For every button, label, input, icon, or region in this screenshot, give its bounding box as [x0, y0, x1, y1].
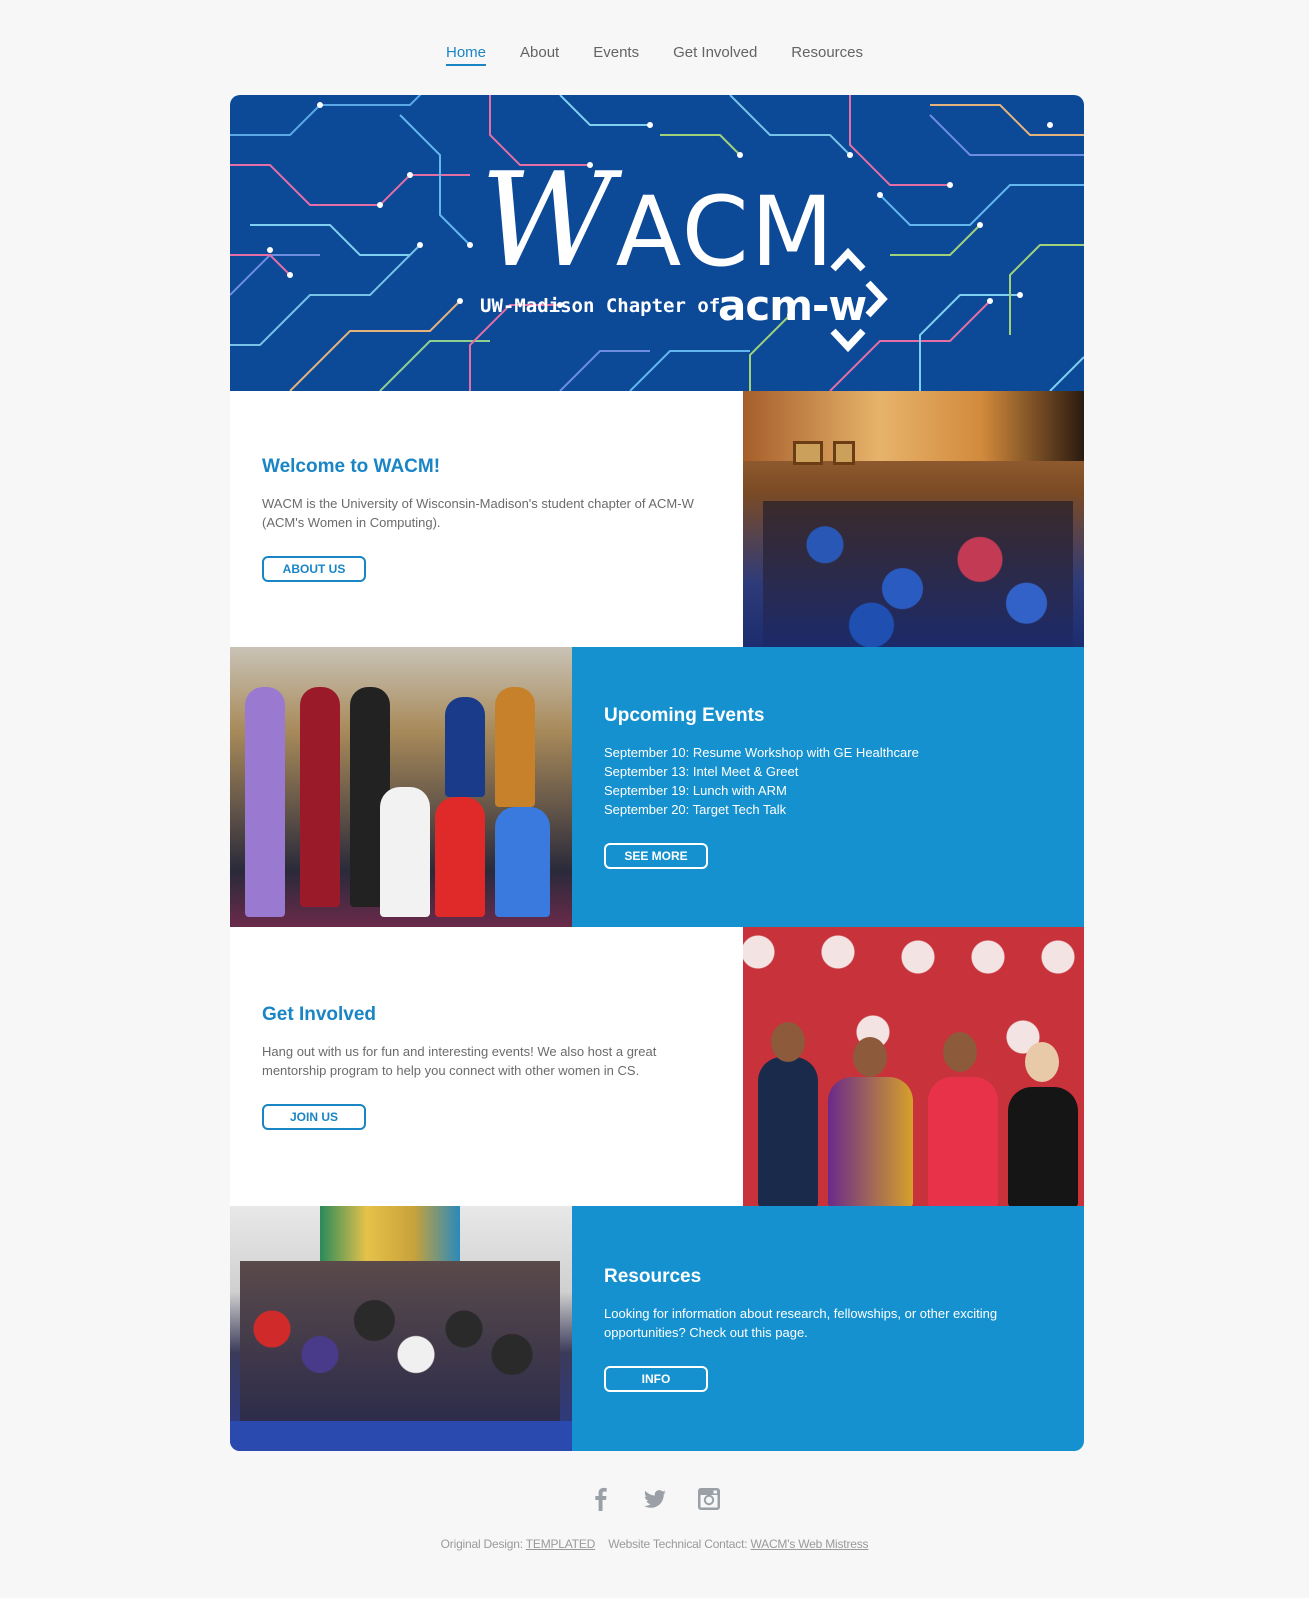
- get-involved-body: Hang out with us for fun and interesting…: [262, 1043, 657, 1078]
- facebook-icon[interactable]: [588, 1486, 614, 1512]
- resources-title: Resources: [604, 1265, 702, 1287]
- events-list: September 10: Resume Workshop with GE He…: [604, 743, 1052, 819]
- welcome-section: Welcome to WACM! WACM is the University …: [230, 391, 1084, 647]
- event-item: September 10: Resume Workshop with GE He…: [604, 745, 919, 760]
- resources-section: Resources Looking for information about …: [230, 1206, 1084, 1451]
- main-nav: Home About Events Get Involved Resources: [0, 44, 1309, 66]
- welcome-photo: [743, 391, 1084, 647]
- events-title: Upcoming Events: [604, 705, 765, 726]
- welcome-body: WACM is the University of Wisconsin-Madi…: [262, 496, 694, 530]
- nav-resources[interactable]: Resources: [791, 44, 863, 66]
- logo-subtitle: UW-Madison Chapter of: [480, 295, 721, 317]
- templated-link[interactable]: TEMPLATED: [526, 1537, 596, 1551]
- event-item: September 13: Intel Meet & Greet: [604, 764, 799, 779]
- instagram-icon[interactable]: [696, 1486, 722, 1512]
- web-mistress-link[interactable]: WACM's Web Mistress: [750, 1537, 868, 1551]
- social-links: [0, 1486, 1309, 1512]
- get-involved-section: Get Involved Hang out with us for fun an…: [230, 927, 1084, 1206]
- join-us-button[interactable]: Join Us: [262, 1103, 366, 1130]
- acmw-diamond-icon: [830, 247, 888, 353]
- nav-events[interactable]: Events: [593, 44, 639, 66]
- get-involved-title: Get Involved: [262, 1003, 377, 1025]
- nav-about[interactable]: About: [520, 44, 559, 66]
- events-section: Upcoming Events September 10: Resume Wor…: [230, 647, 1084, 927]
- resources-body: Looking for information about research, …: [604, 1305, 998, 1340]
- design-label: Original Design:: [440, 1537, 523, 1551]
- welcome-title: Welcome to WACM!: [262, 456, 441, 477]
- event-item: September 20: Target Tech Talk: [604, 802, 787, 817]
- nav-get-involved[interactable]: Get Involved: [673, 44, 757, 66]
- nav-home[interactable]: Home: [446, 44, 487, 66]
- banner: WACM UW-Madison Chapter of acm-w: [230, 95, 1084, 391]
- logo-w: W: [480, 144, 616, 296]
- wacm-logo: WACM UW-Madison Chapter of acm-w: [230, 95, 1084, 391]
- resources-photo: [230, 1206, 572, 1451]
- footer-credits: Original Design: TEMPLATED Website Techn…: [0, 1537, 1309, 1551]
- see-more-button[interactable]: See More: [604, 843, 708, 869]
- get-involved-photo: [743, 927, 1084, 1206]
- main-content: WACM UW-Madison Chapter of acm-w Welcome…: [230, 95, 1084, 1451]
- twitter-icon[interactable]: [642, 1486, 668, 1512]
- info-button[interactable]: Info: [604, 1365, 708, 1392]
- event-item: September 19: Lunch with ARM: [604, 783, 787, 798]
- events-photo: [230, 647, 572, 927]
- contact-label: Website Technical Contact:: [608, 1537, 748, 1551]
- about-us-button[interactable]: About Us: [262, 556, 366, 582]
